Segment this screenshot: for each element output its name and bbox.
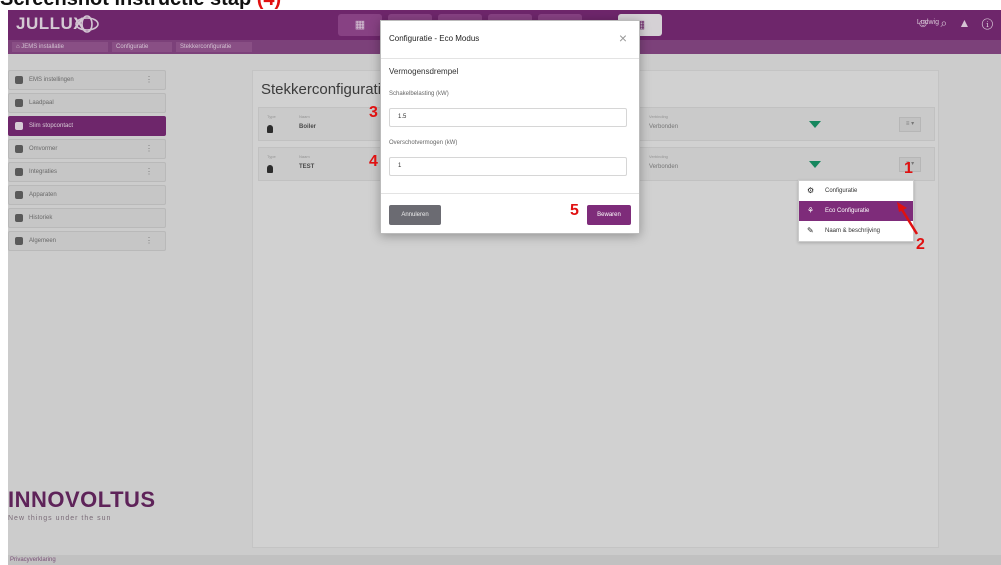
close-icon[interactable]: × bbox=[619, 30, 627, 46]
leaf-icon: ⚘ bbox=[807, 206, 815, 215]
edit-icon: ✎ bbox=[807, 226, 814, 235]
gear-icon: ⚙ bbox=[807, 186, 815, 195]
save-button[interactable]: Bewaren bbox=[587, 205, 631, 225]
switching-load-input[interactable]: 1.5 bbox=[389, 108, 627, 127]
section-title: Vermogensdrempel bbox=[389, 67, 459, 76]
step-marker-4: 4 bbox=[369, 153, 378, 170]
cancel-button[interactable]: Annuleren bbox=[389, 205, 441, 225]
caption-text: Screenshot instructie stap (4) bbox=[0, 0, 281, 10]
surplus-power-label: Overschotvermogen (kW) bbox=[389, 140, 458, 146]
menu-item-configuratie[interactable]: ⚙ Configuratie bbox=[799, 181, 913, 201]
dialog-title: Configuratie - Eco Modus bbox=[389, 34, 480, 43]
step-marker-3: 3 bbox=[369, 104, 378, 121]
eco-mode-dialog: Configuratie - Eco Modus × Vermogensdrem… bbox=[380, 20, 640, 234]
dialog-divider bbox=[381, 193, 639, 194]
step-marker-5: 5 bbox=[570, 202, 579, 219]
surplus-power-input[interactable]: 1 bbox=[389, 157, 627, 176]
dialog-header: Configuratie - Eco Modus × bbox=[381, 21, 639, 59]
pointer-arrow-icon bbox=[897, 202, 919, 235]
instruction-caption: Screenshot instructie stap (4) bbox=[0, 0, 1001, 10]
switching-load-label: Schakelbelasting (kW) bbox=[389, 91, 449, 97]
step-marker-1: 1 bbox=[904, 160, 913, 177]
